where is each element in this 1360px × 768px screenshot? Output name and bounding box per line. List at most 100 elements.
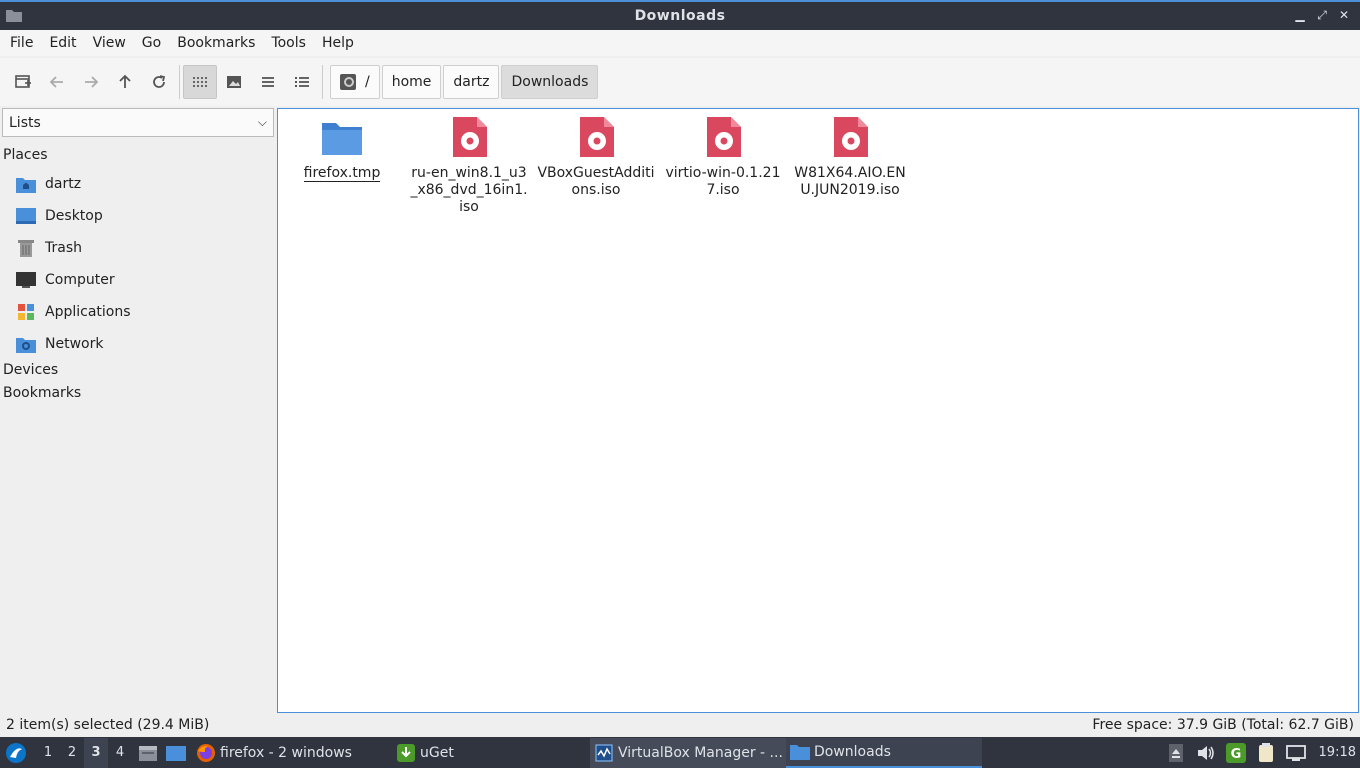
task-uget[interactable]: uGet [392,738,590,768]
svg-text:G: G [1230,747,1241,762]
volume-button[interactable] [1195,742,1217,764]
breadcrumb-dartz[interactable]: dartz [443,65,500,99]
file-name: firefox.tmp [303,165,381,182]
breadcrumb-home[interactable]: home [381,65,442,99]
selection-status: 2 item(s) selected (29.4 MiB) [6,717,210,733]
taskbar: 1 2 3 4 firefox - 2 windows uGet Virtual… [0,737,1360,768]
task-firefox[interactable]: firefox - 2 windows [192,738,392,768]
workspace-4[interactable]: 4 [108,738,132,768]
file-item-iso[interactable]: ru-en_win8.1_u3_x86_dvd_16in1.iso [407,115,531,216]
workspace-1[interactable]: 1 [36,738,60,768]
task-label: VirtualBox Manager - ... [618,744,783,761]
menu-tools[interactable]: Tools [263,30,314,56]
menu-help[interactable]: Help [314,30,362,56]
desktop-icon [16,206,36,226]
sidebar-item-label: Computer [45,272,115,288]
sidebar-item-applications[interactable]: Applications [16,298,131,326]
sidebar-item-label: Desktop [45,208,103,224]
home-folder-icon [16,174,36,194]
computer-icon [16,270,36,290]
menu-file[interactable]: File [2,30,41,56]
disc-image-icon [580,117,614,157]
speaker-icon [1197,745,1214,760]
compact-view-button[interactable] [251,65,285,99]
disc-image-icon [707,117,741,157]
folder-window-icon [6,10,22,22]
folder-icon [322,123,362,155]
file-manager-icon [139,745,157,761]
forward-button[interactable] [74,65,108,99]
side-pane-mode-value: Lists [9,114,41,131]
menu-go[interactable]: Go [134,30,169,56]
menu-edit[interactable]: Edit [41,30,84,56]
window-titlebar[interactable]: Downloads ▁ ⤢ ✕ [0,0,1360,30]
task-virtualbox[interactable]: VirtualBox Manager - ... [590,737,786,768]
clock[interactable]: 19:18 [1319,745,1356,760]
file-view[interactable]: firefox.tmp ru-en_win8.1_u3_x86_dvd_16in… [277,108,1359,713]
sidebar-item-desktop[interactable]: Desktop [16,202,103,230]
window-title: Downloads [634,8,726,24]
breadcrumb-downloads[interactable]: Downloads [501,65,599,99]
sidebar-item-trash[interactable]: Trash [16,234,82,262]
file-name: ru-en_win8.1_u3_x86_dvd_16in1.iso [410,165,528,215]
uget-icon [396,743,416,763]
sidebar-item-dartz[interactable]: dartz [16,170,81,198]
system-tray: G 19:18 [1165,737,1356,768]
workspace-2[interactable]: 2 [60,738,84,768]
quicklaunch-files[interactable] [136,741,160,765]
menu-bookmarks[interactable]: Bookmarks [169,30,263,56]
file-item-iso[interactable]: VBoxGuestAdditions.iso [534,115,658,199]
breadcrumb-root[interactable]: / [330,65,380,99]
sidebar-item-computer[interactable]: Computer [16,266,115,294]
sidebar-item-label: dartz [45,176,82,192]
close-button[interactable]: ✕ [1336,6,1352,24]
new-tab-icon [15,75,31,88]
sidebar-item-label: Applications [45,304,131,320]
maximize-button[interactable]: ⤢ [1314,6,1330,24]
file-item-folder[interactable]: firefox.tmp [280,115,404,182]
lubuntu-logo-icon [6,742,26,763]
file-name: VBoxGuestAdditions.iso [537,165,655,198]
reload-button[interactable] [142,65,176,99]
file-name: W81X64.AIO.ENU.JUN2019.iso [794,165,906,198]
icon-view-button[interactable] [183,65,217,99]
parent-folder-button[interactable] [108,65,142,99]
eject-tray-button[interactable] [1165,742,1187,764]
bookmarks-header[interactable]: Bookmarks [3,385,81,401]
places-header[interactable]: Places [3,147,48,163]
thumbnail-view-button[interactable] [217,65,251,99]
task-downloads[interactable]: Downloads [786,737,982,768]
folder-icon [790,742,810,762]
detailed-view-button[interactable] [285,65,319,99]
toolbar-separator [179,65,180,99]
list-icon [262,77,274,87]
arrow-up-icon [119,74,131,88]
breadcrumb: / home dartz Downloads [330,65,599,99]
network-icon [16,334,36,354]
file-item-iso[interactable]: W81X64.AIO.ENU.JUN2019.iso [788,115,912,199]
firefox-icon [196,743,216,763]
trash-icon [16,238,36,258]
back-button[interactable] [40,65,74,99]
grid-view-icon [193,77,207,87]
network-tray-button[interactable] [1285,742,1307,764]
uget-tray-button[interactable]: G [1225,742,1247,764]
sidebar-item-network[interactable]: Network [16,330,103,358]
sidebar: Lists ⌵ Places dartz Desktop Trash Compu… [0,108,276,712]
drive-icon [340,74,356,90]
start-menu-button[interactable] [2,739,30,767]
new-tab-button[interactable] [6,65,40,99]
task-label: firefox - 2 windows [220,744,352,761]
clipboard-tray-button[interactable] [1255,742,1277,764]
file-item-iso[interactable]: virtio-win-0.1.217.iso [661,115,785,199]
workspace-3[interactable]: 3 [84,737,108,768]
clipboard-icon [1258,742,1273,762]
disc-image-icon [834,117,868,157]
file-name: virtio-win-0.1.217.iso [665,165,781,198]
menu-view[interactable]: View [85,30,134,56]
devices-header[interactable]: Devices [3,362,58,378]
disc-image-icon [453,117,487,157]
minimize-button[interactable]: ▁ [1292,6,1308,24]
side-pane-mode-select[interactable]: Lists ⌵ [2,108,274,137]
quicklaunch-desktop[interactable] [164,741,188,765]
